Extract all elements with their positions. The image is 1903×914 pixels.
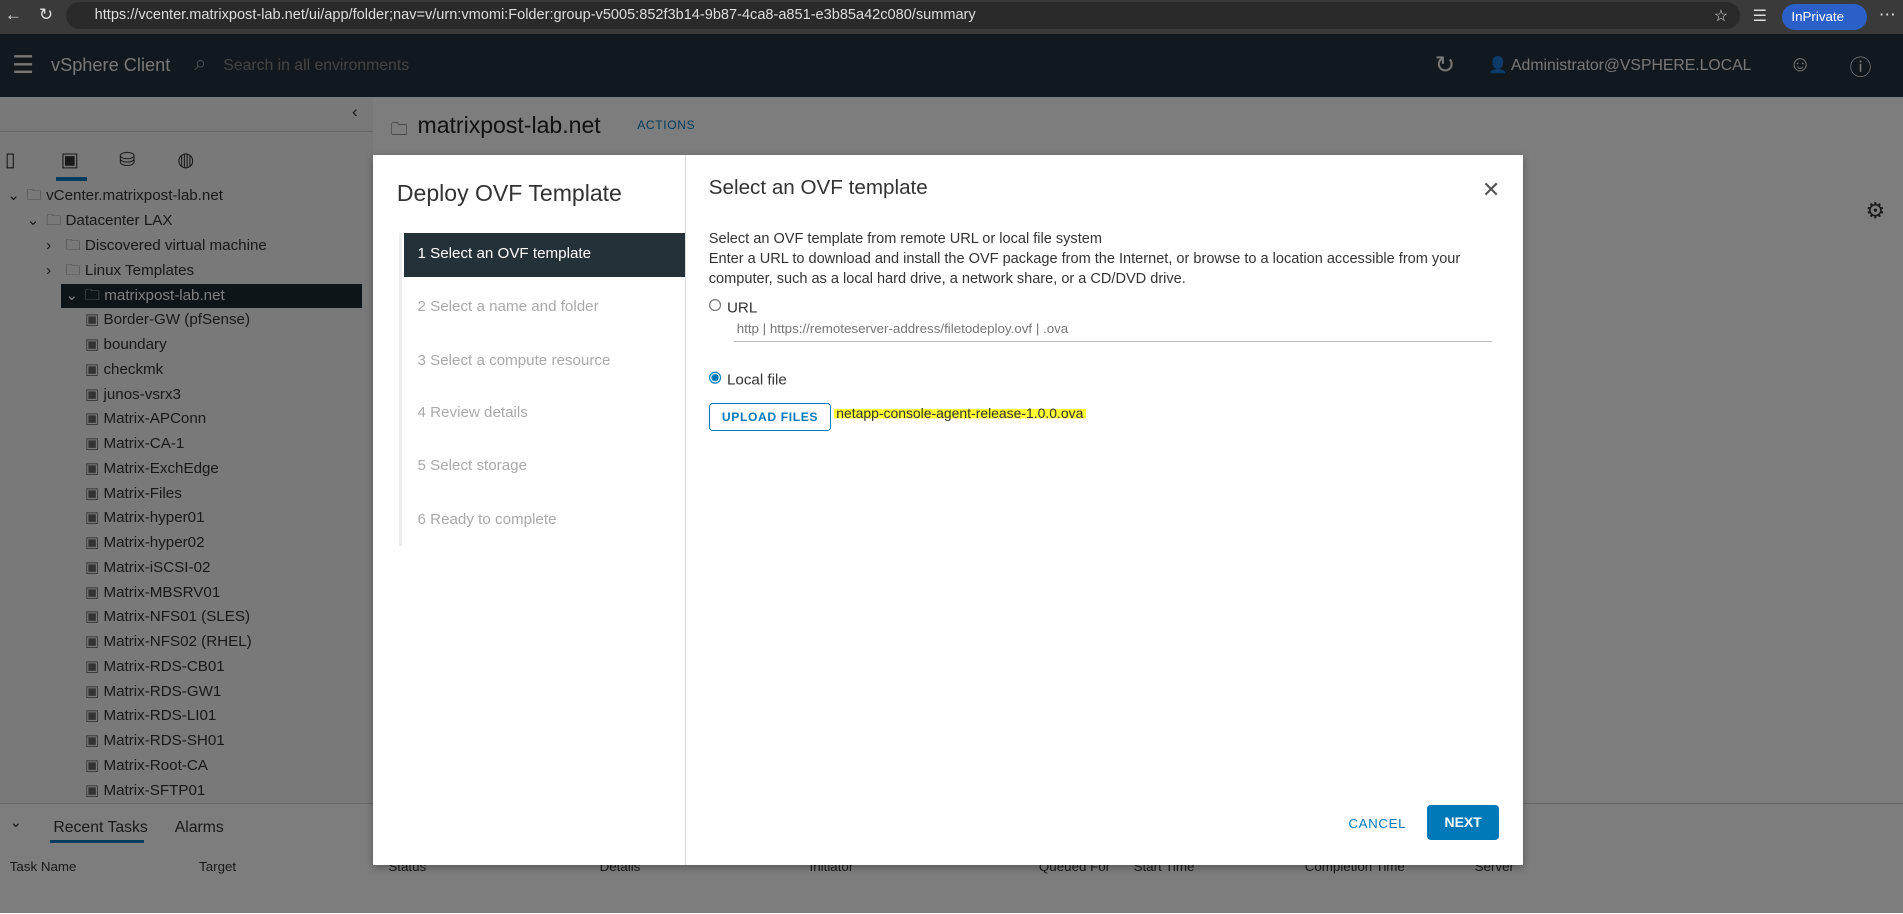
url-radio[interactable]: URL: [708, 298, 758, 316]
more-icon[interactable]: ⋯: [1879, 5, 1896, 25]
back-icon[interactable]: ←: [5, 5, 22, 25]
description-line-1: Select an OVF template from remote URL o…: [708, 231, 1102, 248]
step-4: 4 Review details: [417, 404, 528, 421]
wizard-title: Deploy OVF Template: [396, 179, 622, 206]
local-file-label: Local file: [726, 371, 787, 389]
url-radio-label: URL: [726, 298, 758, 316]
address-bar[interactable]: https://vcenter.matrixpost-lab.net/ui/ap…: [65, 2, 1741, 30]
deploy-ovf-dialog: Deploy OVF Template 1 Select an OVF temp…: [372, 155, 1524, 866]
selected-file-name: netapp-console-agent-release-1.0.0.ova: [833, 405, 1086, 422]
close-icon[interactable]: ✕: [1482, 177, 1500, 203]
step-1[interactable]: 1 Select an OVF template: [404, 233, 685, 277]
next-button[interactable]: NEXT: [1427, 804, 1499, 840]
step-3: 3 Select a compute resource: [417, 351, 611, 369]
inprivate-badge[interactable]: InPrivate: [1781, 3, 1867, 31]
local-file-radio[interactable]: Local file: [708, 371, 787, 389]
refresh-icon[interactable]: ↻: [39, 5, 53, 25]
url-input[interactable]: [734, 316, 1492, 343]
cancel-button[interactable]: CANCEL: [1348, 816, 1406, 831]
favorites-list-icon[interactable]: ☰: [1753, 6, 1767, 26]
browser-toolbar: ← ↻ https://vcenter.matrixpost-lab.net/u…: [0, 0, 1903, 34]
upload-files-button[interactable]: UPLOAD FILES: [708, 402, 832, 432]
step-2: 2 Select a name and folder: [417, 298, 599, 316]
step-6: 6 Ready to complete: [417, 510, 557, 528]
favorite-icon[interactable]: ☆: [1714, 6, 1728, 26]
dialog-title: Select an OVF template: [708, 175, 928, 199]
wizard-steps: Deploy OVF Template 1 Select an OVF temp…: [372, 155, 686, 866]
step-5: 5 Select storage: [417, 457, 528, 475]
description-line-2: Enter a URL to download and install the …: [708, 251, 1461, 288]
